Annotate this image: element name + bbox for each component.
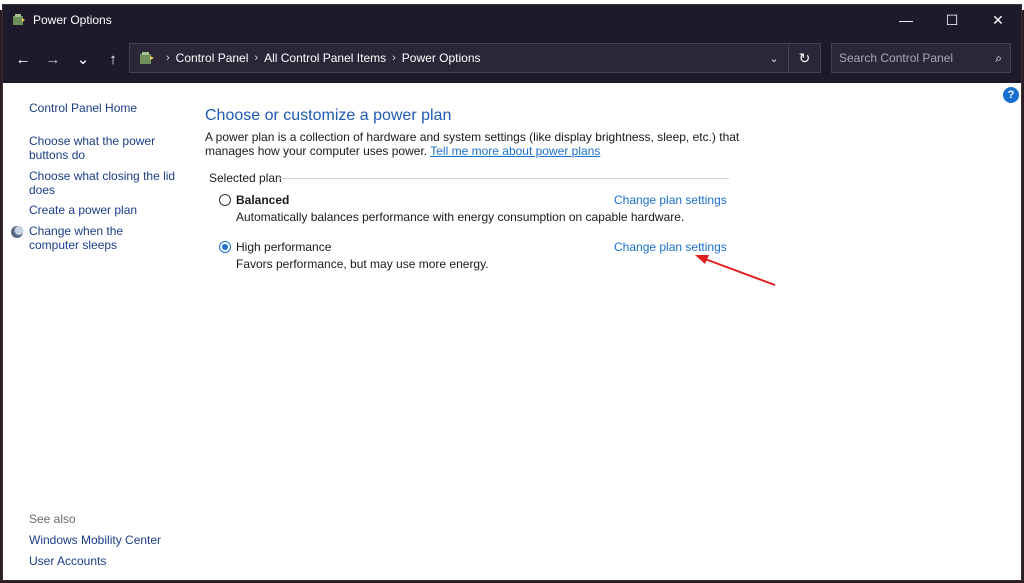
sidebar: Control Panel Home Choose what the power… bbox=[3, 83, 193, 580]
maximize-button[interactable]: ☐ bbox=[929, 5, 975, 35]
plan-name[interactable]: Balanced bbox=[236, 193, 289, 207]
forward-button[interactable]: → bbox=[39, 45, 67, 73]
help-button[interactable]: ? bbox=[1003, 87, 1019, 103]
breadcrumb-power-options[interactable]: Power Options bbox=[402, 51, 481, 65]
learn-more-link[interactable]: Tell me more about power plans bbox=[430, 144, 600, 158]
change-plan-settings-link-balanced[interactable]: Change plan settings bbox=[614, 193, 727, 207]
minimize-button[interactable]: — bbox=[883, 5, 929, 35]
address-actions: ⌄ ↻ bbox=[760, 44, 820, 72]
power-options-icon bbox=[13, 14, 25, 25]
power-options-window: Power Options — ☐ ✕ ← → ⌄ ↑ › Control Pa… bbox=[2, 4, 1022, 581]
annotation-arrow-icon bbox=[695, 255, 776, 286]
breadcrumb-separator-icon: › bbox=[166, 52, 170, 64]
search-box: ⌕ bbox=[831, 43, 1011, 73]
sidebar-item-mobility-center[interactable]: Windows Mobility Center bbox=[29, 533, 189, 547]
up-button[interactable]: ↑ bbox=[99, 45, 127, 73]
sidebar-item-computer-sleeps[interactable]: Change when the computer sleeps bbox=[29, 224, 169, 252]
address-dropdown-button[interactable]: ⌄ bbox=[760, 52, 788, 65]
breadcrumb-separator-icon: › bbox=[392, 52, 396, 64]
page-description: A power plan is a collection of hardware… bbox=[205, 130, 745, 158]
balanced-radio[interactable] bbox=[219, 194, 231, 206]
section-divider bbox=[277, 178, 729, 179]
search-input[interactable] bbox=[832, 51, 982, 65]
plan-name[interactable]: High performance bbox=[236, 240, 331, 254]
sleep-moon-icon bbox=[11, 226, 24, 238]
sidebar-item-control-panel-home[interactable]: Control Panel Home bbox=[29, 101, 179, 115]
navigation-bar: ← → ⌄ ↑ › Control Panel › All Control Pa… bbox=[3, 35, 1021, 83]
sidebar-item-closing-lid[interactable]: Choose what closing the lid does bbox=[29, 169, 179, 197]
breadcrumb-all-items[interactable]: All Control Panel Items bbox=[264, 51, 386, 65]
window-title: Power Options bbox=[33, 13, 112, 27]
see-also-label: See also bbox=[29, 512, 76, 526]
control-panel-icon bbox=[140, 52, 154, 64]
refresh-button[interactable]: ↻ bbox=[788, 44, 820, 72]
sidebar-item-user-accounts[interactable]: User Accounts bbox=[29, 554, 179, 568]
sidebar-item-create-power-plan[interactable]: Create a power plan bbox=[29, 203, 179, 217]
title-bar: Power Options — ☐ ✕ bbox=[3, 5, 1021, 35]
plan-description: Automatically balances performance with … bbox=[236, 210, 685, 224]
address-bar[interactable]: › Control Panel › All Control Panel Item… bbox=[129, 43, 821, 73]
selected-plan-label: Selected plan bbox=[209, 171, 282, 185]
recent-locations-button[interactable]: ⌄ bbox=[69, 45, 97, 73]
back-button[interactable]: ← bbox=[9, 45, 37, 73]
search-icon[interactable]: ⌕ bbox=[995, 51, 1002, 66]
breadcrumb-control-panel[interactable]: Control Panel bbox=[176, 51, 249, 65]
window-controls: — ☐ ✕ bbox=[883, 5, 1021, 35]
content-area: ? Control Panel Home Choose what the pow… bbox=[3, 83, 1021, 580]
plan-description: Favors performance, but may use more ene… bbox=[236, 257, 489, 271]
close-button[interactable]: ✕ bbox=[975, 5, 1021, 35]
high-performance-radio[interactable] bbox=[219, 241, 231, 253]
breadcrumb-separator-icon: › bbox=[254, 52, 259, 64]
page-title: Choose or customize a power plan bbox=[205, 107, 452, 124]
sidebar-item-power-buttons[interactable]: Choose what the power buttons do bbox=[29, 134, 179, 162]
